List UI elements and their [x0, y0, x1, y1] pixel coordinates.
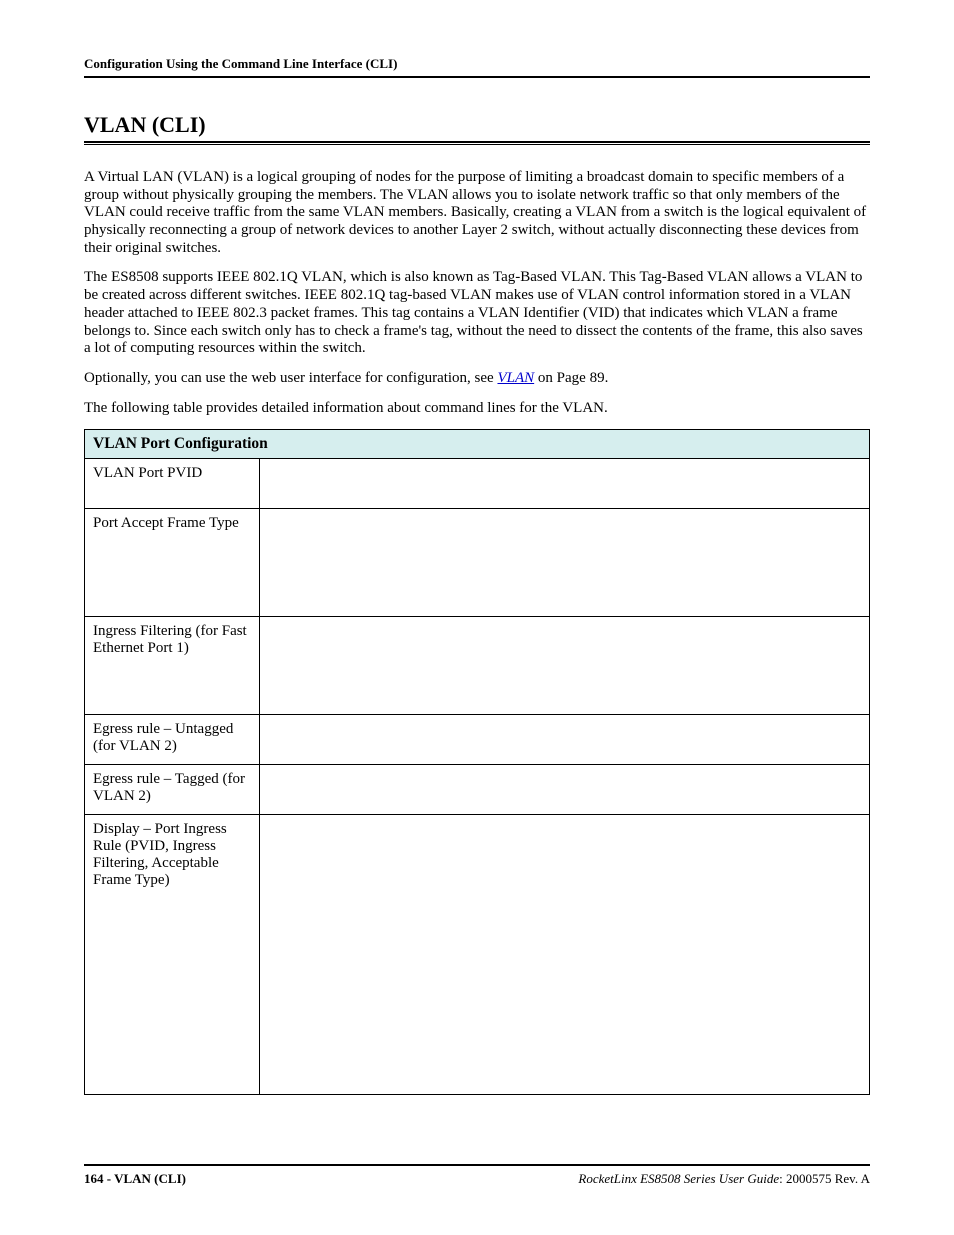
row-value-accept-frame [260, 509, 870, 617]
p3-pre: Optionally, you can use the web user int… [84, 370, 497, 386]
vlan-port-config-table: VLAN Port Configuration VLAN Port PVID P… [84, 429, 870, 1095]
page-footer: 164 - VLAN (CLI) RocketLinx ES8508 Serie… [84, 1164, 870, 1187]
row-value-pvid [260, 459, 870, 509]
body-paragraph-3: Optionally, you can use the web user int… [84, 370, 870, 388]
table-row: VLAN Port PVID [85, 459, 870, 509]
row-label-display-ingress: Display – Port Ingress Rule (PVID, Ingre… [85, 815, 260, 1095]
footer-guide-title: RocketLinx ES8508 Series User Guide [578, 1171, 779, 1186]
row-label-accept-frame: Port Accept Frame Type [85, 509, 260, 617]
row-label-pvid: VLAN Port PVID [85, 459, 260, 509]
table-header: VLAN Port Configuration [85, 430, 870, 459]
header-rule [84, 76, 870, 78]
section-title: VLAN (CLI) [84, 112, 870, 138]
row-value-egress-tagged [260, 765, 870, 815]
table-row: Port Accept Frame Type [85, 509, 870, 617]
row-value-ingress-filtering [260, 617, 870, 715]
footer-right: RocketLinx ES8508 Series User Guide: 200… [578, 1171, 870, 1187]
table-row: Egress rule – Untagged (for VLAN 2) [85, 715, 870, 765]
section-rule [84, 141, 870, 145]
vlan-xref-link[interactable]: VLAN [497, 370, 534, 386]
footer-rule [84, 1164, 870, 1166]
row-label-egress-tagged: Egress rule – Tagged (for VLAN 2) [85, 765, 260, 815]
footer-left: 164 - VLAN (CLI) [84, 1171, 186, 1187]
table-header-row: VLAN Port Configuration [85, 430, 870, 459]
p3-post: on Page 89. [534, 370, 608, 386]
table-row: Egress rule – Tagged (for VLAN 2) [85, 765, 870, 815]
running-header: Configuration Using the Command Line Int… [84, 56, 870, 76]
body-paragraph-1: A Virtual LAN (VLAN) is a logical groupi… [84, 169, 870, 257]
row-label-egress-untagged: Egress rule – Untagged (for VLAN 2) [85, 715, 260, 765]
table-row: Ingress Filtering (for Fast Ethernet Por… [85, 617, 870, 715]
footer-right-tail: : 2000575 Rev. A [779, 1171, 870, 1186]
table-row: Display – Port Ingress Rule (PVID, Ingre… [85, 815, 870, 1095]
body-paragraph-2: The ES8508 supports IEEE 802.1Q VLAN, wh… [84, 269, 870, 357]
row-value-egress-untagged [260, 715, 870, 765]
row-value-display-ingress [260, 815, 870, 1095]
body-paragraph-4: The following table provides detailed in… [84, 400, 870, 418]
row-label-ingress-filtering: Ingress Filtering (for Fast Ethernet Por… [85, 617, 260, 715]
